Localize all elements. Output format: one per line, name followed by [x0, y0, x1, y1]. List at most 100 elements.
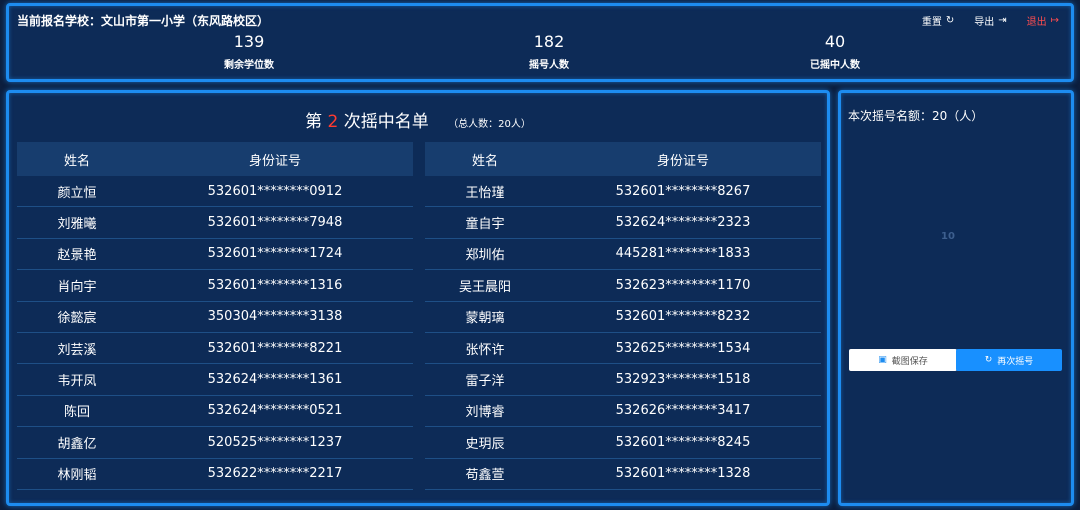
table-row: 张怀许 532625********1534 — [425, 333, 821, 365]
stat-label: 已摇中人数 — [810, 60, 860, 71]
student-name: 林刚韬 — [57, 468, 97, 484]
stat-remaining-seats: 139 剩余学位数 — [149, 32, 349, 71]
logout-icon: ↦ — [1050, 15, 1059, 26]
id-number: 532601********8245 — [615, 434, 751, 450]
id-number: 532624********1361 — [207, 372, 343, 388]
export-icon: ⇥ — [998, 15, 1007, 26]
student-name: 蒙朝璃 — [465, 311, 505, 327]
table-row: 史玥辰 532601********8245 — [425, 427, 821, 459]
table-body: 颜立恒 532601********0912 刘雅曦 532601********79… — [17, 176, 413, 490]
lottery-side-panel: 本次摇号名额：20（人） 10 ▣ 截图保存 ↻ 再次摇号 — [838, 90, 1074, 506]
table-row: 陈回 532624********0521 — [17, 396, 413, 428]
student-name: 刘芸溪 — [57, 342, 97, 358]
winner-table-right: 姓名 身份证号 王怡瑾 532601********8267 童自宇 532624**… — [425, 142, 821, 490]
id-number: 532923********1518 — [615, 372, 751, 388]
save-button-label: 截图保存 — [891, 356, 928, 367]
reset-button[interactable]: 重置 ↻ — [922, 13, 954, 28]
id-number: 532601********7948 — [207, 215, 343, 231]
table-row: 赵景艳 532601********1724 — [17, 239, 413, 271]
column-header-name: 姓名 — [63, 153, 90, 169]
reset-label: 重置 — [921, 17, 942, 28]
table-row: 肖向宇 532601********1316 — [17, 270, 413, 302]
header-actions: 重置 ↻ 导出 ⇥ 退出 ↦ — [922, 13, 1059, 28]
round-number: 2 — [327, 112, 339, 132]
total-count: （总人数：20人） — [448, 119, 531, 130]
winner-list-panel: 第 2 次摇中名单 （总人数：20人） 姓名 身份证号 颜立恒 532601***… — [6, 90, 830, 506]
student-name: 雷子洋 — [465, 374, 505, 390]
table-header: 姓名 身份证号 — [425, 142, 821, 176]
redraw-button-label: 再次摇号 — [997, 356, 1034, 367]
title-suffix: 次摇中名单 — [343, 112, 429, 132]
id-number: 445281********1833 — [615, 246, 751, 262]
stat-value: 139 — [233, 32, 265, 51]
table-row: 林刚韬 532622********2217 — [17, 459, 413, 490]
id-number: 532601********8267 — [615, 183, 751, 199]
student-name: 颜立恒 — [57, 185, 97, 201]
lottery-placeholder: 10 — [941, 231, 955, 242]
student-name: 吴王晨阳 — [458, 279, 511, 295]
table-row: 颜立恒 532601********0912 — [17, 176, 413, 208]
id-number: 532623********1170 — [615, 277, 751, 293]
table-row: 童自宇 532624********2323 — [425, 207, 821, 239]
logout-button[interactable]: 退出 ↦ — [1027, 13, 1059, 28]
student-name: 陈回 — [63, 405, 90, 421]
export-label: 导出 — [974, 17, 995, 28]
table-row: 刘雅曦 532601********7948 — [17, 207, 413, 239]
student-name: 王怡瑾 — [465, 185, 505, 201]
table-row: 刘芸溪 532601********8221 — [17, 333, 413, 365]
table-row: 韦开凤 532624********1361 — [17, 364, 413, 396]
id-number: 532625********1534 — [615, 340, 751, 356]
id-number: 532601********0912 — [207, 183, 343, 199]
current-school-label: 当前报名学校：文山市第一小学（东风路校区） — [17, 14, 270, 28]
export-button[interactable]: 导出 ⇥ — [974, 13, 1006, 28]
table-row: 雷子洋 532923********1518 — [425, 364, 821, 396]
id-number: 520525********1237 — [207, 434, 343, 450]
title-prefix: 第 — [305, 112, 323, 132]
column-header-id: 身份证号 — [248, 153, 301, 169]
id-number: 532601********1724 — [207, 246, 343, 262]
screenshot-save-button[interactable]: ▣ 截图保存 — [849, 349, 957, 371]
table-body: 王怡瑾 532601********8267 童自宇 532624********23… — [425, 176, 821, 490]
student-name: 刘雅曦 — [57, 217, 97, 233]
table-row: 徐懿宸 350304********3138 — [17, 302, 413, 333]
column-header-name: 姓名 — [471, 153, 498, 169]
student-name: 苟鑫萱 — [465, 468, 505, 484]
table-row: 吴王晨阳 532623********1170 — [425, 270, 821, 302]
student-name: 史玥辰 — [465, 436, 505, 452]
student-name: 胡鑫亿 — [57, 436, 97, 452]
list-title: 第 2 次摇中名单 （总人数：20人） — [9, 107, 827, 132]
stat-lottery-applicants: 182 摇号人数 — [449, 32, 649, 71]
student-name: 童自宇 — [465, 217, 505, 233]
redraw-button[interactable]: ↻ 再次摇号 — [956, 349, 1062, 371]
student-name: 赵景艳 — [57, 248, 97, 264]
id-number: 532601********8221 — [207, 340, 343, 356]
id-number: 532601********8232 — [615, 309, 751, 325]
logout-label: 退出 — [1026, 17, 1047, 28]
table-row: 胡鑫亿 520525********1237 — [17, 427, 413, 459]
table-row: 郑圳佑 445281********1833 — [425, 239, 821, 271]
column-header-id: 身份证号 — [656, 153, 709, 169]
stat-label: 摇号人数 — [529, 60, 569, 71]
table-row: 蒙朝璃 532601********8232 — [425, 302, 821, 333]
id-number: 532601********1316 — [207, 277, 343, 293]
student-name: 刘博睿 — [465, 405, 505, 421]
id-number: 532624********0521 — [207, 403, 343, 419]
id-number: 532601********1328 — [615, 466, 751, 482]
id-number: 532626********3417 — [615, 403, 751, 419]
table-header: 姓名 身份证号 — [17, 142, 413, 176]
winner-table-left: 姓名 身份证号 颜立恒 532601********0912 刘雅曦 532601**… — [17, 142, 413, 490]
id-number: 532622********2217 — [207, 466, 343, 482]
stat-label: 剩余学位数 — [224, 60, 274, 71]
stat-selected-count: 40 已摇中人数 — [735, 32, 935, 71]
student-name: 徐懿宸 — [57, 311, 97, 327]
student-name: 张怀许 — [465, 342, 505, 358]
student-name: 肖向宇 — [57, 279, 97, 295]
refresh-icon: ↻ — [984, 355, 993, 365]
stat-value: 182 — [533, 32, 565, 51]
id-number: 532624********2323 — [615, 215, 751, 231]
student-name: 韦开凤 — [57, 374, 97, 390]
id-number: 350304********3138 — [207, 309, 343, 325]
refresh-icon: ↻ — [945, 15, 955, 26]
table-row: 刘博睿 532626********3417 — [425, 396, 821, 428]
student-name: 郑圳佑 — [465, 248, 505, 264]
